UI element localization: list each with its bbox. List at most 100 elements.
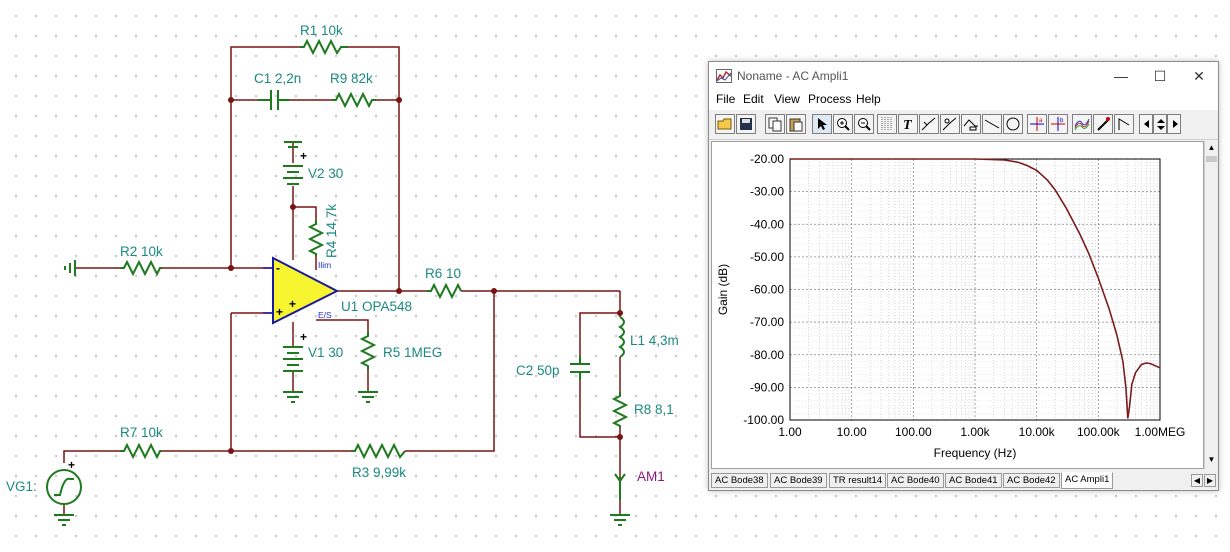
curve-b-icon (942, 117, 957, 131)
resistor-r5[interactable]: R5 1MEG (359, 332, 442, 370)
y-tick-label: -50.00 (750, 250, 784, 264)
cursor-a-button[interactable]: a (1027, 114, 1047, 134)
scroll-thumb[interactable] (1206, 156, 1217, 162)
x-tick-label: 10.00 (837, 425, 867, 439)
y-tick-label: -40.00 (750, 217, 784, 231)
circle-button[interactable] (1003, 114, 1023, 134)
close-button[interactable]: ✕ (1179, 62, 1219, 90)
text-button[interactable]: T (898, 114, 918, 134)
svg-text:b: b (1060, 118, 1064, 124)
x-tick-label: 10.00k (1019, 425, 1056, 439)
tab-ac-bode40[interactable]: AC Bode40 (887, 473, 944, 488)
v1-label: V1 30 (308, 345, 343, 360)
u1-plus: + (276, 305, 283, 319)
right-button[interactable] (1167, 114, 1181, 134)
curve-b-button[interactable] (940, 114, 960, 134)
r2-label: R2 10k (120, 244, 163, 259)
resistor-r6[interactable]: R6 10 (425, 266, 462, 300)
graph-icon (1074, 118, 1090, 131)
title-bar[interactable]: Noname - AC Ampli1 — ☐ ✕ (709, 62, 1218, 90)
l1-label: L1 4,3m (630, 333, 679, 348)
vertical-scrollbar[interactable]: ▲ ▼ (1204, 141, 1218, 469)
right-icon (1173, 120, 1178, 128)
r1-label: R1 10k (300, 23, 343, 38)
schematic: R1 10k C1 2,2n R9 82k R2 10k + V2 30 R4 … (6, 23, 679, 526)
capacitor-c2[interactable]: C2 50p (516, 356, 590, 380)
line-icon (984, 119, 1000, 129)
y-tick-label: -30.00 (750, 185, 784, 199)
pen-button[interactable] (1093, 114, 1113, 134)
minimize-button[interactable]: — (1101, 62, 1141, 90)
resistor-r9[interactable]: R9 82k (330, 71, 376, 109)
up-down-button[interactable] (1153, 114, 1167, 134)
pen-icon (1097, 117, 1110, 131)
paste-button[interactable] (786, 114, 806, 134)
r6-label: R6 10 (425, 266, 461, 281)
line-button[interactable] (982, 114, 1002, 134)
menu-view[interactable]: View (774, 92, 800, 106)
resistor-r4[interactable]: R4 14,7k (307, 204, 339, 258)
resistor-r8[interactable]: R8 8,1 (611, 392, 674, 428)
plot-area[interactable]: 1.00 10.00 100.00 1.00k 10.00k 100.00k 1.00MEG… (711, 141, 1204, 469)
open-button[interactable] (715, 114, 735, 134)
c1-label: C1 2,2n (254, 71, 301, 86)
curve-a-button[interactable] (919, 114, 939, 134)
battery-v1[interactable]: + V1 30 (283, 330, 343, 372)
tab-tr-result14[interactable]: TR result14 (829, 473, 887, 488)
menu-process[interactable]: Process (808, 92, 851, 106)
capacitor-c1[interactable]: C1 2,2n (254, 71, 301, 110)
x-tick-label: 1.00MEG (1135, 425, 1186, 439)
zoom-in-button[interactable] (833, 114, 853, 134)
paste-icon (789, 118, 803, 132)
resistor-r7[interactable]: R7 10k (120, 425, 163, 460)
y-tick-label: -70.00 (750, 315, 784, 329)
graph-button[interactable] (1072, 114, 1092, 134)
v2-label: V2 30 (308, 166, 343, 181)
svg-text:a: a (1039, 118, 1043, 124)
menu-bar: File Edit View Process Help (709, 90, 1218, 110)
pointer-button[interactable] (812, 114, 832, 134)
scroll-down-icon[interactable]: ▼ (1205, 453, 1218, 467)
resistor-r3[interactable]: R3 9,99k (351, 442, 406, 480)
circle-icon (1006, 117, 1020, 131)
curve-c-button[interactable] (961, 114, 981, 134)
grid-button[interactable] (877, 114, 897, 134)
battery-v2[interactable]: + V2 30 (283, 141, 343, 185)
x-tick-label: 1.00 (778, 425, 802, 439)
r8-label: R8 8,1 (634, 402, 674, 417)
y-tick-label: -60.00 (750, 283, 784, 297)
resistor-r1[interactable]: R1 10k (300, 23, 348, 56)
r9-label: R9 82k (330, 71, 373, 86)
signal-generator-vg1[interactable]: + VG1: (6, 458, 82, 505)
ground-am1-icon (610, 514, 630, 526)
menu-help[interactable]: Help (856, 92, 881, 106)
ground-v1-icon (283, 391, 303, 403)
menu-edit[interactable]: Edit (743, 92, 764, 106)
tab-ac-bode41[interactable]: AC Bode41 (945, 473, 1002, 488)
tab-ac-bode38[interactable]: AC Bode38 (711, 473, 768, 488)
window-title: Noname - AC Ampli1 (737, 69, 849, 83)
scroll-up-icon[interactable]: ▲ (1205, 141, 1218, 155)
save-button[interactable] (736, 114, 756, 134)
open-icon (717, 118, 732, 130)
copy-button[interactable] (765, 114, 785, 134)
maximize-button[interactable]: ☐ (1140, 62, 1180, 90)
left-right-icon (1144, 120, 1149, 128)
x-tick-label: 100.00k (1077, 425, 1121, 439)
pointer-icon (818, 118, 827, 130)
inductor-l1[interactable]: L1 4,3m (618, 316, 679, 358)
tab-ac-bode39[interactable]: AC Bode39 (770, 473, 827, 488)
tab-scroll-left-icon[interactable]: ◀ (1191, 474, 1203, 487)
marker-button[interactable] (1114, 114, 1134, 134)
tab-ac-ampli1[interactable]: AC Ampli1 (1061, 472, 1114, 489)
left-right-button[interactable] (1139, 114, 1153, 134)
cursor-b-button[interactable]: b (1048, 114, 1068, 134)
resistor-r2[interactable]: R2 10k (120, 244, 163, 277)
tab-ac-bode42[interactable]: AC Bode42 (1003, 473, 1060, 488)
menu-file[interactable]: File (716, 92, 735, 106)
zoom-out-button[interactable] (854, 114, 874, 134)
tab-scroll-right-icon[interactable]: ▶ (1204, 474, 1216, 487)
r5-label: R5 1MEG (383, 345, 442, 360)
curve-a-icon (921, 117, 936, 131)
ammeter-am1[interactable]: AM1 (614, 469, 665, 500)
